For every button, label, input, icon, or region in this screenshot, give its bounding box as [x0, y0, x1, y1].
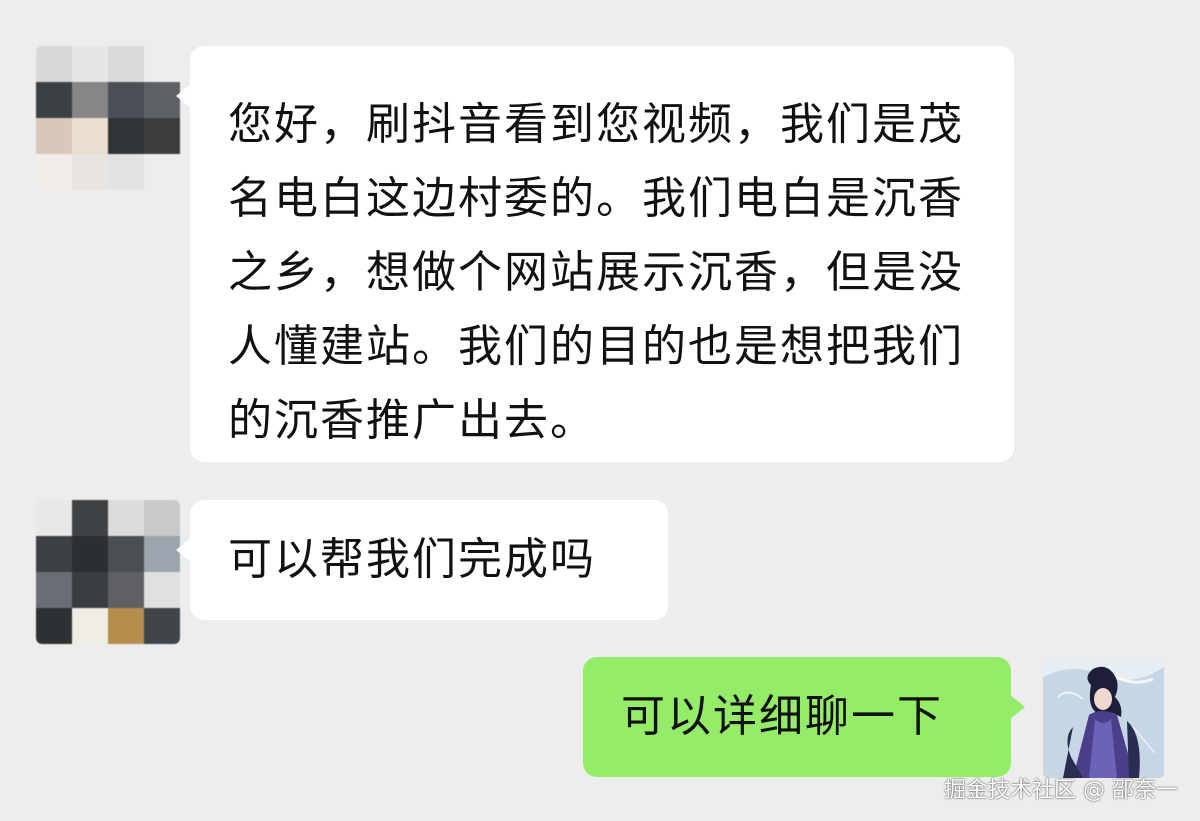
bubble-tail: [176, 84, 191, 108]
message-text: 可以详细聊一下: [621, 691, 943, 742]
contact-avatar[interactable]: [36, 500, 180, 644]
message-bubble-outgoing[interactable]: 可以详细聊一下: [583, 657, 1025, 777]
contact-avatar[interactable]: [36, 46, 180, 190]
message-bubble-incoming[interactable]: 可以帮我们完成吗: [176, 500, 668, 620]
anime-character-avatar-icon: [1043, 657, 1164, 778]
bubble-tail: [176, 538, 191, 562]
message-bubble-incoming[interactable]: 您好，刷抖音看到您视频，我们是茂名电白这边村委的。我们电白是沉香之乡，想做个网站…: [176, 46, 1014, 462]
my-avatar[interactable]: [1043, 657, 1164, 778]
bubble-tail: [1010, 695, 1025, 719]
chat-view: 您好，刷抖音看到您视频，我们是茂名电白这边村委的。我们电白是沉香之乡，想做个网站…: [0, 0, 1200, 821]
message-text: 您好，刷抖音看到您视频，我们是茂名电白这边村委的。我们电白是沉香之乡，想做个网站…: [228, 99, 964, 446]
message-text: 可以帮我们完成吗: [228, 534, 596, 585]
watermark: 掘金技术社区 @ 邵奈一: [944, 778, 1178, 803]
